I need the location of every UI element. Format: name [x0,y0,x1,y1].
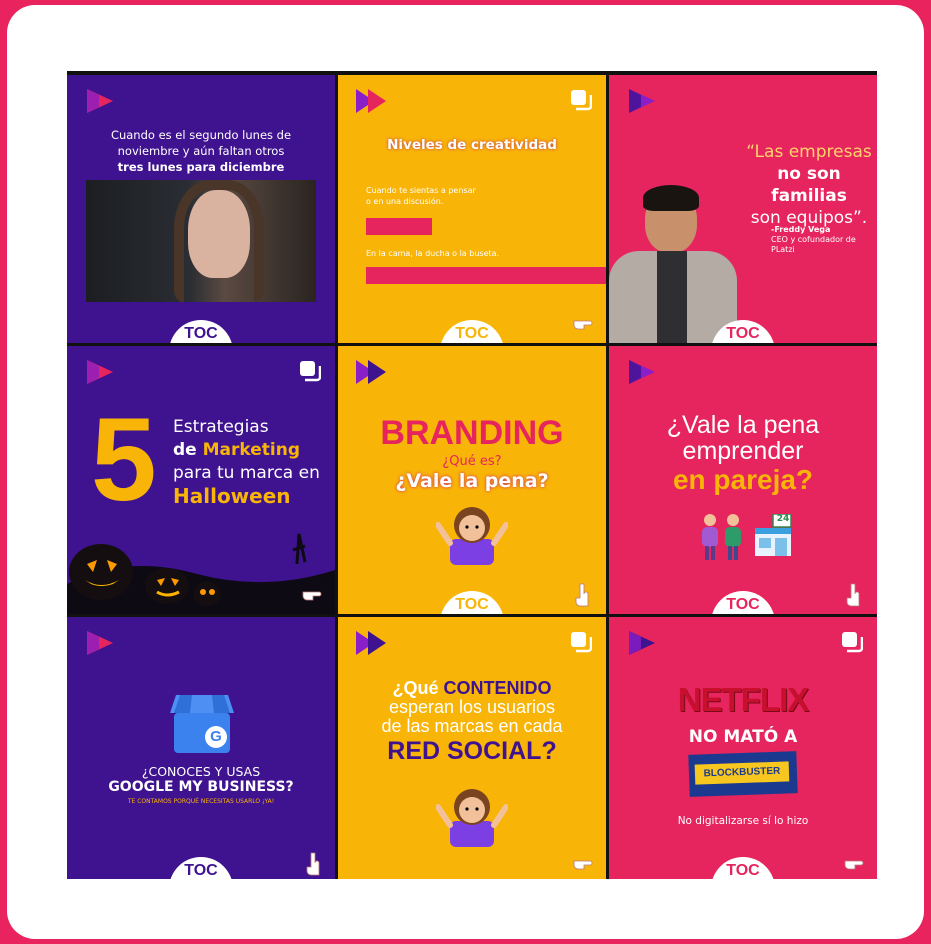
post-tile-google-my-business[interactable]: G ¿CONOCES Y USAS GOOGLE MY BUSINESS? TE… [67,617,335,879]
copy-icon [571,90,592,111]
caption-line: o en una discusión. [366,197,444,206]
google-my-business-icon [170,695,234,753]
copy-icon [842,632,863,653]
pointing-hand-icon [302,591,322,601]
shrug-emoji-icon [436,507,508,565]
pointing-hand-icon [306,852,320,876]
caption-line: Cuando te sientas a pensar [366,186,476,195]
level-bar-long [366,267,606,284]
copy-icon [571,632,592,653]
headline-word: ¿Qué [392,678,444,698]
play-logo-icon [629,360,655,384]
blockbuster-label: BLOCKBUSTER [694,761,790,785]
quote-author: -Freddy Vega [771,225,831,234]
caption-line: TE CONTAMOS PORQUÉ NECESITAS USARLO ¡YA! [127,798,275,805]
caption-line: En la cama, la ducha o la buseta. [366,249,500,258]
post-tile-branding[interactable]: BRANDING ¿Qué es? ¿Vale la pena? TOC [338,346,606,614]
speaker-photo [609,185,737,343]
headline-line: de las marcas en cada [381,716,563,736]
headline-line: emprender [682,437,804,465]
blockbuster-logo: BLOCKBUSTER [688,751,798,797]
quote-role: CEO y cofundador de PLatzi [771,235,856,254]
caption-line: noviembre y aún faltan otros [117,144,285,158]
instagram-grid: Cuando es el segundo lunes de noviembre … [67,71,877,879]
store-badge: 24 [776,514,790,524]
shrug-emoji-icon [436,789,508,847]
pointing-hand-icon [573,320,593,330]
post-tile-emprender-pareja[interactable]: ¿Vale la pena emprender en pareja? 24 TO… [609,346,877,614]
toc-logo: TOC [711,591,775,614]
toc-logo: TOC [440,320,504,343]
play-logo-icon [356,89,386,113]
pumpkin-icon [67,514,335,614]
headline-accent: en pareja? [672,464,814,495]
play-logo-icon [87,631,113,655]
headline-line-bold: GOOGLE MY BUSINESS? [108,779,294,795]
play-logo-icon [629,89,655,113]
post-tile-netflix-blockbuster[interactable]: NETFLIX NO MATÓ A BLOCKBUSTER No digital… [609,617,877,879]
caption-line: No digitalizarse sí lo hizo [677,815,809,827]
toc-logo: TOC [169,320,233,343]
headline-line: esperan los usuarios [388,697,556,717]
play-logo-icon [356,631,386,655]
pointing-hand-icon [844,860,864,870]
headline-line: ¿Vale la pena [666,411,820,439]
headline-line: para tu marca en [173,463,320,483]
toc-logo: TOC [169,857,233,879]
google-g: G [210,728,222,745]
big-number: 5 [91,394,157,526]
headline-accent: Marketing [202,440,301,460]
play-logo-icon [356,360,386,384]
headline-line: NO MATÓ A [688,727,798,747]
toc-logo: TOC [711,857,775,879]
headline-accent: Halloween [173,484,291,508]
post-tile-halloween-marketing[interactable]: 5 Estrategias de Marketing para tu marca… [67,346,335,614]
play-logo-icon [87,360,113,384]
subtitle-line: ¿Qué es? [442,454,502,469]
tile-title: BRANDING [380,414,564,452]
pointing-hand-icon [846,583,860,607]
headline-line: ¿CONOCES Y USAS [141,764,261,779]
meme-photo [86,180,316,302]
headline-line: Estrategias [173,417,269,437]
post-tile-segundo-lunes[interactable]: Cuando es el segundo lunes de noviembre … [67,75,335,343]
play-logo-icon [87,89,113,113]
tile-title: Niveles de creatividad [387,137,557,153]
subtitle-line-bold: ¿Vale la pena? [395,470,549,492]
post-tile-contenido-red-social[interactable]: ¿Qué CONTENIDO esperan los usuarios de l… [338,617,606,879]
post-tile-niveles-creatividad[interactable]: Niveles de creatividad Cuando te sientas… [338,75,606,343]
quote-line-bold: no son familias [771,164,847,206]
caption-line: Cuando es el segundo lunes de [110,128,292,142]
post-tile-freddy-vega-quote[interactable]: “Las empresas no son familias son equipo… [609,75,877,343]
headline-accent: RED SOCIAL? [387,737,557,765]
headline-accent: CONTENIDO [443,678,552,698]
headline-word: de [173,440,203,460]
toc-logo: TOC [440,591,504,614]
play-logo-icon [629,631,655,655]
copy-icon [300,361,321,382]
couple-icon [702,514,741,560]
pointing-hand-icon [573,860,593,870]
netflix-logo: NETFLIX [677,681,810,718]
level-bar-short [366,218,432,235]
quote-line: “Las empresas [746,142,872,162]
caption-line-bold: tres lunes para diciembre [117,160,285,174]
pointing-hand-icon [575,583,589,607]
